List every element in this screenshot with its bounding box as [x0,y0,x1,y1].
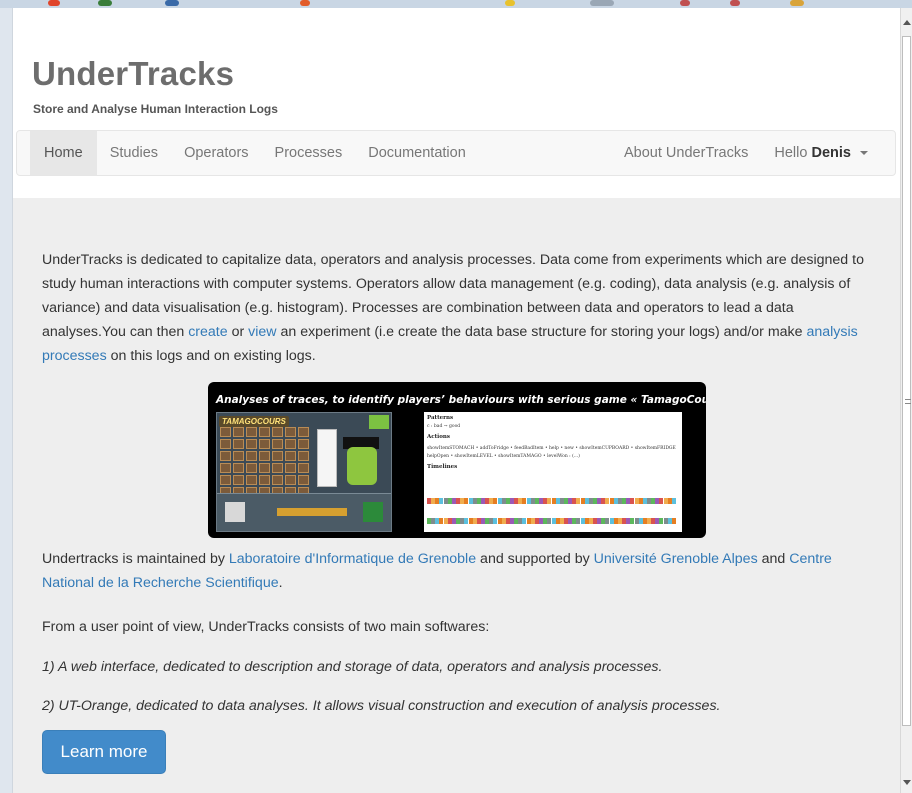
actions-line-1: showItemSTOMACH • addToFridge • feedBadI… [427,446,676,451]
timeline-bar [427,518,677,524]
game-logo: TAMAGOCOURS [219,416,289,427]
timeline-bar [427,498,677,504]
nav-documentation[interactable]: Documentation [355,131,479,175]
timelines-label: Timelines [427,464,458,470]
page-scrollbar[interactable] [900,8,912,793]
caret-down-icon [860,151,868,156]
view-link[interactable]: view [248,324,276,340]
timeline-segment [671,498,676,504]
shelf-slot [233,439,244,449]
shelf-slot [246,463,257,473]
scrollbar-thumb[interactable] [902,36,911,726]
user-menu[interactable]: Hello Denis [761,131,881,175]
tamagocours-illustration: Analyses of traces, to identify players’… [208,382,706,538]
intro-text-2: or [227,324,249,340]
timeline-segment [671,518,676,524]
shelf-slot [298,463,309,473]
shelf-slot [220,463,231,473]
shelf-slot [285,451,296,461]
shelf-slot [220,451,231,461]
shelf-slot [298,451,309,461]
nav-processes[interactable]: Processes [262,131,356,175]
user-name: Denis [811,145,851,161]
shelf-slot [259,463,270,473]
shelf-slot [220,439,231,449]
maintained-text-2: and supported by [476,551,594,567]
actions-label: Actions [427,434,451,440]
nav-home[interactable]: Home [30,131,97,175]
maintained-paragraph: Undertracks is maintained by Laboratoire… [42,547,874,595]
game-bottom-bar [217,493,391,531]
shelf-slot [233,427,244,437]
nav-about[interactable]: About UnderTracks [611,131,761,175]
shelf-slot [259,475,270,485]
fridge-icon [317,429,337,487]
shelf-slot [259,451,270,461]
shelf-slot [233,451,244,461]
uga-link[interactable]: Université Grenoble Alpes [594,551,758,567]
actions-line-2: helpOpen • showItemLEVEL • showItemTAMAG… [427,454,580,459]
nav-operators[interactable]: Operators [171,131,261,175]
page-frame: UnderTracks Store and Analyse Human Inte… [12,8,900,793]
shelf-slot [246,439,257,449]
nav-left: Home Studies Operators Processes Documen… [30,131,479,175]
shelf-slot [285,463,296,473]
shelf-slot [246,475,257,485]
shelf-slot [298,427,309,437]
intro-text-4: on this logs and on existing logs. [106,348,316,364]
next-arrow-icon [369,415,389,429]
shelf-slot [298,439,309,449]
shelf-slot [272,463,283,473]
maintained-text-3: and [757,551,790,567]
lig-link[interactable]: Laboratoire d'Informatique de Grenoble [229,551,476,567]
trace-analysis-panel: Patterns c : bad → good Actions showItem… [424,412,682,532]
browser-toolbar-strip [0,0,912,8]
softwares-intro: From a user point of view, UnderTracks c… [42,619,490,635]
shelf-slot [246,427,257,437]
page-header: UnderTracks Store and Analyse Human Inte… [13,8,900,116]
maintained-text-4: . [278,575,283,591]
shelf-slot [220,427,231,437]
game-shelf-grid [220,427,315,499]
main-navbar: Home Studies Operators Processes Documen… [16,130,896,176]
shelf-slot [272,475,283,485]
shelf-slot [285,475,296,485]
jumbotron: UnderTracks is dedicated to capitalize d… [13,198,900,793]
patterns-label: Patterns [427,415,454,421]
software-item-web: 1) A web interface, dedicated to descrip… [42,659,663,675]
shelf-slot [233,475,244,485]
shelf-slot [298,475,309,485]
shelf-slot [220,475,231,485]
scroll-up-icon[interactable] [903,20,911,25]
shelf-slot [285,439,296,449]
shelf-slot [246,451,257,461]
shelf-slot [272,439,283,449]
learn-more-button[interactable]: Learn more [42,730,166,774]
user-greeting: Hello [774,145,808,161]
tamago-character-icon [347,447,377,485]
game-screenshot: TAMAGOCOURS [216,412,392,532]
shelf-slot [259,439,270,449]
shelf-slot [272,427,283,437]
maintained-text-1: Undertracks is maintained by [42,551,229,567]
site-tagline: Store and Analyse Human Interaction Logs [33,102,278,116]
create-link[interactable]: create [188,324,227,340]
nav-studies[interactable]: Studies [97,131,171,175]
nav-right: About UnderTracks Hello Denis [611,131,881,175]
scroll-down-icon[interactable] [903,780,911,785]
shelf-slot [259,427,270,437]
patterns-text: c : bad → good [427,424,461,429]
software-item-ut-orange: 2) UT-Orange, dedicated to data analyses… [42,698,721,714]
site-brand[interactable]: UnderTracks [32,55,900,93]
shelf-slot [233,463,244,473]
shelf-slot [285,427,296,437]
intro-text-3: an experiment (i.e create the data base … [276,324,807,340]
intro-paragraph: UnderTracks is dedicated to capitalize d… [42,248,874,368]
shelf-slot [272,451,283,461]
illustration-title: Analyses of traces, to identify players’… [216,394,706,406]
